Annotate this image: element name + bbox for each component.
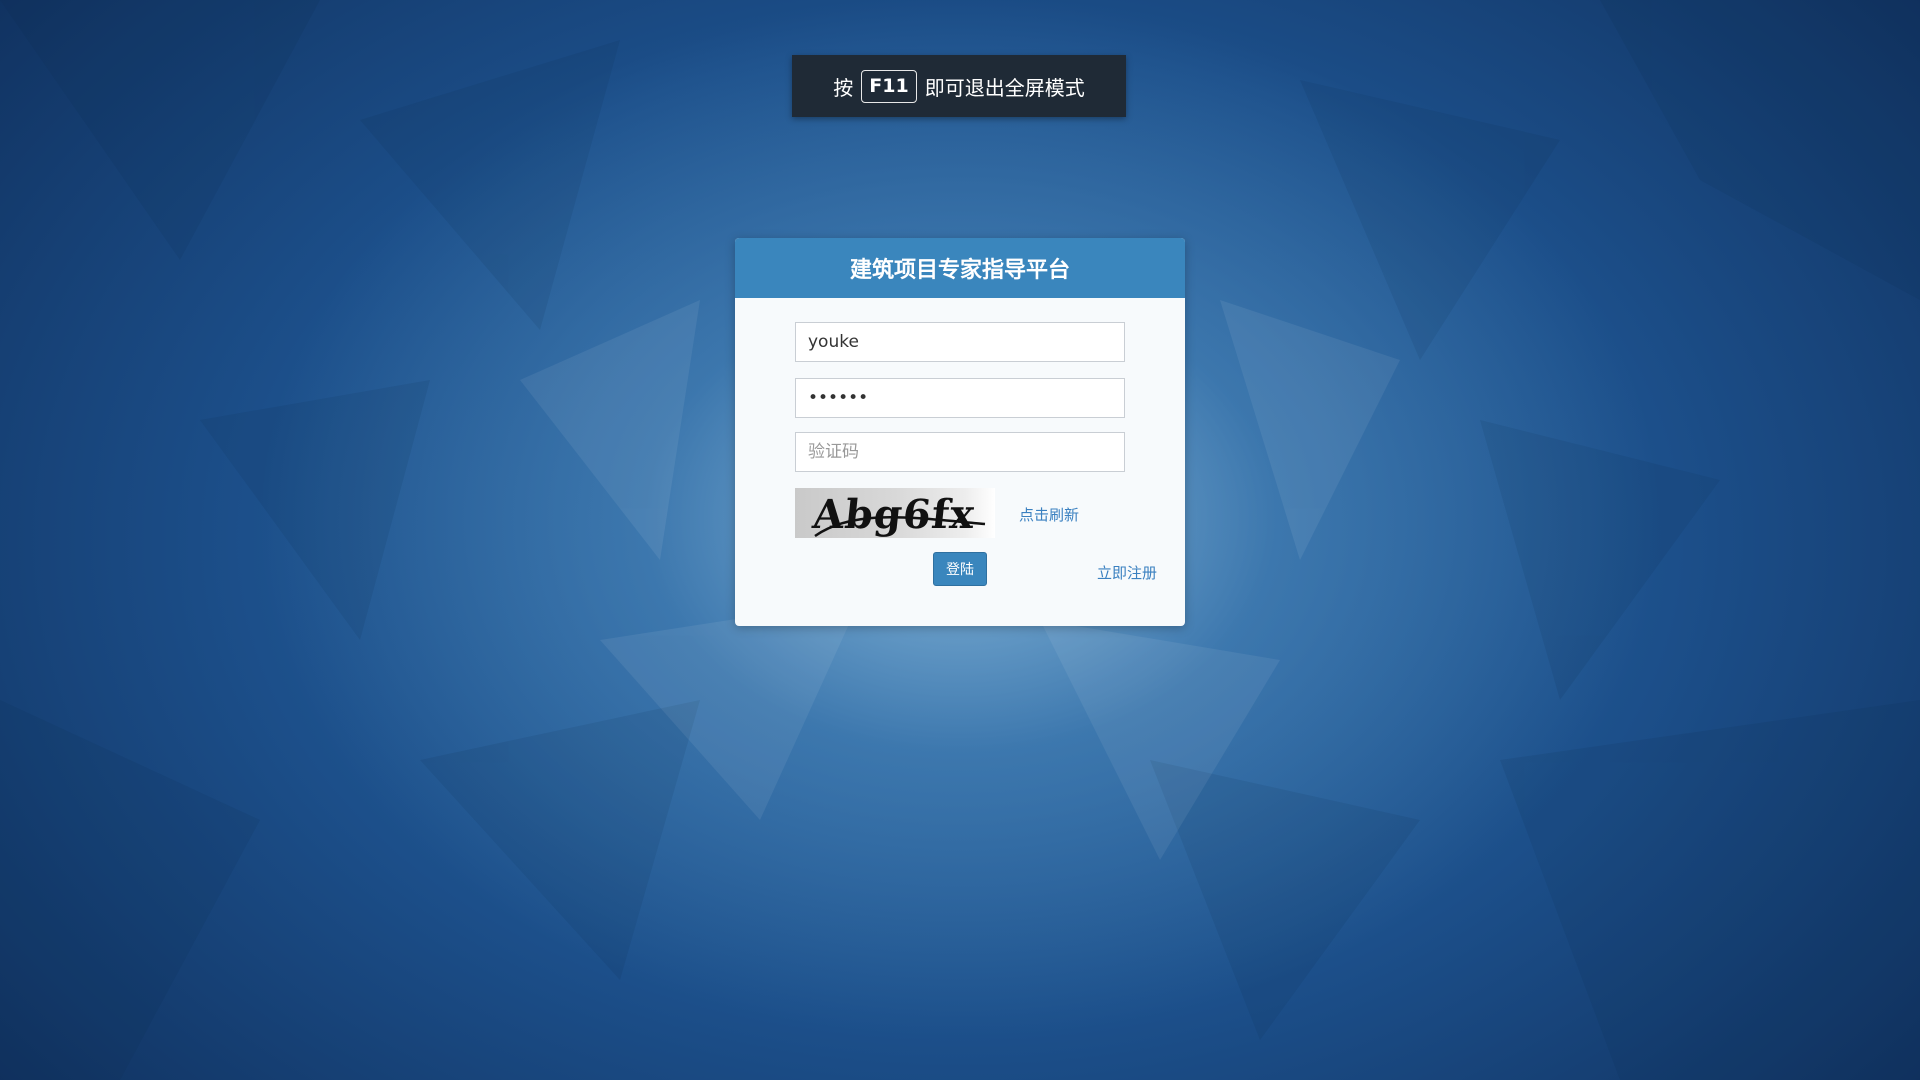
notice-suffix: 即可退出全屏模式	[924, 75, 1085, 100]
refresh-captcha-link[interactable]: 点击刷新	[1019, 504, 1079, 525]
captcha-image[interactable]: Abg6fx	[795, 488, 995, 538]
captcha-input[interactable]	[795, 432, 1125, 472]
notice-prefix: 按	[833, 75, 854, 100]
login-button[interactable]: 登陆	[933, 552, 987, 586]
username-input[interactable]	[795, 322, 1125, 362]
login-panel: 建筑项目专家指导平台 Abg6fx 点击刷新 登陆 立即注册	[735, 238, 1185, 626]
password-input[interactable]	[795, 378, 1125, 418]
captcha-text: Abg6fx	[810, 491, 978, 538]
register-link[interactable]: 立即注册	[1097, 562, 1157, 583]
platform-title: 建筑项目专家指导平台	[849, 258, 1070, 283]
f11-key-badge: F11	[861, 69, 917, 103]
login-header: 建筑项目专家指导平台	[735, 238, 1185, 298]
fullscreen-exit-notice: 按 F11 即可退出全屏模式	[792, 55, 1126, 117]
